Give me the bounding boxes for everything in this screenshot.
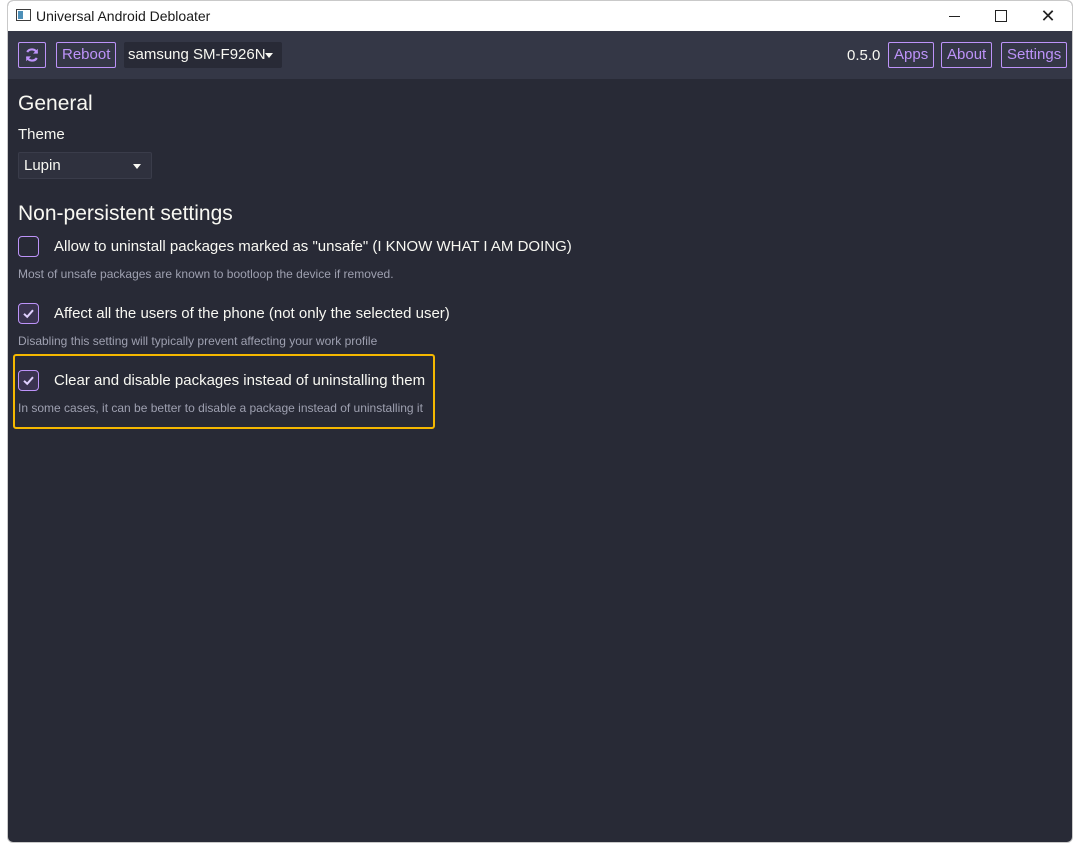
about-button[interactable]: About <box>941 42 993 68</box>
theme-label: Theme <box>18 126 65 143</box>
checkmark-icon <box>23 309 34 319</box>
device-select-value: samsung SM-F926N <box>128 46 266 63</box>
minimize-icon[interactable] <box>931 1 977 31</box>
settings-button[interactable]: Settings <box>1001 42 1068 68</box>
theme-select[interactable]: Lupin <box>18 152 152 179</box>
settings-content: General Theme Lupin Non-persistent setti… <box>18 79 1072 842</box>
unsafe-uninstall-description: Most of unsafe packages are known to boo… <box>18 267 394 281</box>
chevron-down-icon <box>265 53 273 58</box>
title-bar: Universal Android Debloater ✕ <box>8 1 1072 31</box>
refresh-button[interactable] <box>18 42 46 68</box>
toolbar: Reboot samsung SM-F926N 0.5.0 Apps About… <box>8 31 1072 79</box>
version-label: 0.5.0 <box>847 47 881 64</box>
apps-button[interactable]: Apps <box>888 42 935 68</box>
device-select[interactable]: samsung SM-F926N <box>124 42 282 68</box>
app-icon <box>16 9 31 21</box>
refresh-icon <box>25 48 39 62</box>
all-users-checkbox[interactable] <box>18 303 39 324</box>
chevron-down-icon <box>133 164 141 169</box>
general-heading: General <box>18 92 93 115</box>
reboot-button[interactable]: Reboot <box>56 42 117 68</box>
maximize-icon[interactable] <box>978 1 1024 31</box>
unsafe-uninstall-label[interactable]: Allow to uninstall packages marked as "u… <box>54 238 572 255</box>
close-icon[interactable]: ✕ <box>1025 1 1071 31</box>
theme-select-value: Lupin <box>24 157 61 174</box>
all-users-description: Disabling this setting will typically pr… <box>18 334 378 348</box>
unsafe-uninstall-checkbox[interactable] <box>18 236 39 257</box>
all-users-label[interactable]: Affect all the users of the phone (not o… <box>54 305 450 322</box>
highlight-box <box>13 354 435 429</box>
window-title: Universal Android Debloater <box>36 8 211 24</box>
nonpersistent-heading: Non-persistent settings <box>18 202 233 225</box>
